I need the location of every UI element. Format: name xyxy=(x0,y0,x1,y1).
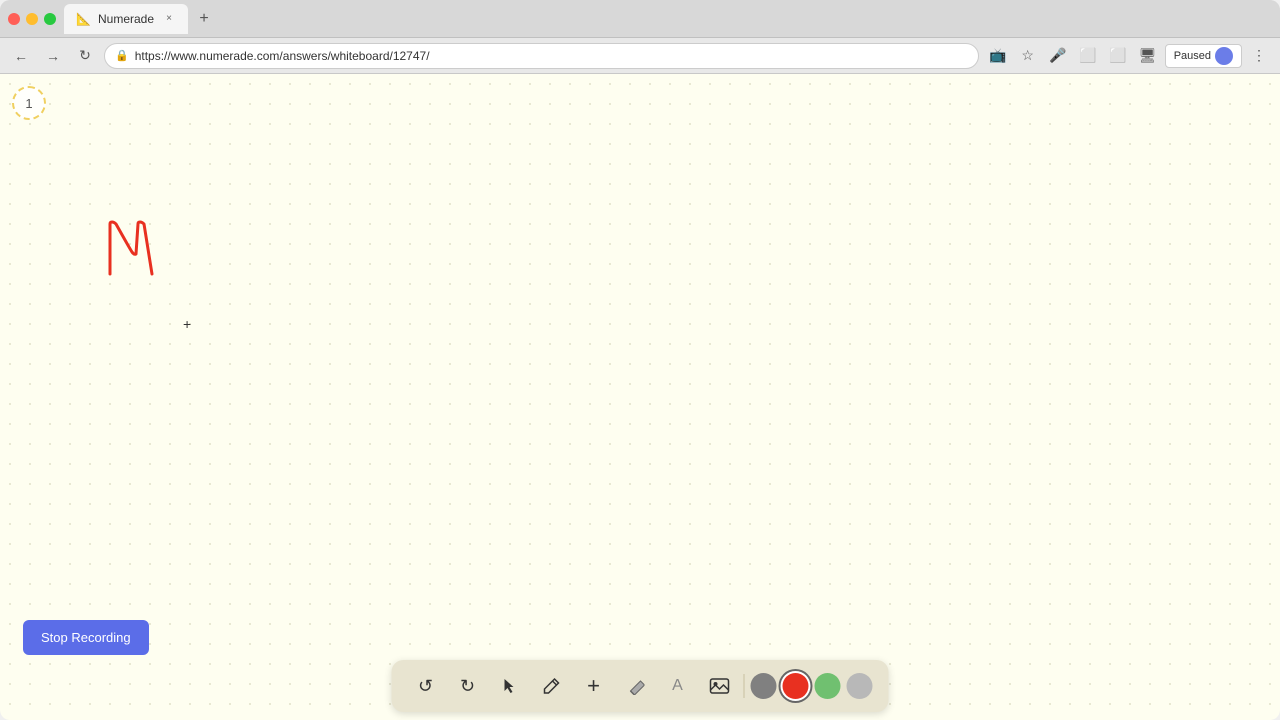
add-tool-button[interactable]: + xyxy=(576,668,612,704)
bookmark-icon[interactable]: ☆ xyxy=(1015,43,1041,69)
drawing-toolbar: ↺ ↻ + A xyxy=(392,660,889,712)
tab-close-button[interactable]: × xyxy=(162,12,176,26)
color-green-swatch[interactable] xyxy=(815,673,841,699)
stop-recording-button[interactable]: Stop Recording xyxy=(23,620,149,655)
browser-toolbar-right: 📺 ☆ 🎤 ⬜ ⬜ 🖥 Paused ⋮ xyxy=(985,43,1272,69)
paused-label: Paused xyxy=(1174,50,1211,62)
title-bar: 📐 Numerade × + xyxy=(0,0,1280,38)
maximize-button[interactable] xyxy=(44,13,56,25)
text-tool-button[interactable]: A xyxy=(660,668,696,704)
new-tab-button[interactable]: + xyxy=(192,7,216,31)
menu-icon[interactable]: ⋮ xyxy=(1246,43,1272,69)
color-red-swatch[interactable] xyxy=(783,673,809,699)
color-lightgray-swatch[interactable] xyxy=(847,673,873,699)
user-avatar xyxy=(1215,47,1233,65)
mic-icon[interactable]: 🎤 xyxy=(1045,43,1071,69)
tab-title: Numerade xyxy=(98,12,154,26)
page-indicator: 1 xyxy=(12,86,46,120)
cursor-icon xyxy=(501,677,519,695)
extension2-icon[interactable]: ⬜ xyxy=(1105,43,1131,69)
url-bar[interactable]: 🔒 https://www.numerade.com/answers/white… xyxy=(104,43,979,69)
image-icon xyxy=(710,677,730,695)
toolbar-separator xyxy=(744,674,745,698)
tab-bar: 📐 Numerade × + xyxy=(64,4,1272,34)
browser-window: 📐 Numerade × + ← → ↻ 🔒 https://www.numer… xyxy=(0,0,1280,720)
canvas-drawing xyxy=(100,214,180,289)
eraser-icon xyxy=(627,677,645,695)
close-button[interactable] xyxy=(8,13,20,25)
paused-badge[interactable]: Paused xyxy=(1165,44,1242,68)
active-tab[interactable]: 📐 Numerade × xyxy=(64,4,188,34)
url-text: https://www.numerade.com/answers/whitebo… xyxy=(135,49,430,63)
extension1-icon[interactable]: ⬜ xyxy=(1075,43,1101,69)
cast-icon[interactable]: 📺 xyxy=(985,43,1011,69)
page-number: 1 xyxy=(25,96,32,111)
back-button[interactable]: ← xyxy=(8,43,34,69)
pen-tool-button[interactable] xyxy=(534,668,570,704)
forward-button[interactable]: → xyxy=(40,43,66,69)
pen-icon xyxy=(543,677,561,695)
cursor-crosshair-icon: + xyxy=(183,316,191,332)
select-tool-button[interactable] xyxy=(492,668,528,704)
color-gray-swatch[interactable] xyxy=(751,673,777,699)
undo-button[interactable]: ↺ xyxy=(408,668,444,704)
eraser-tool-button[interactable] xyxy=(618,668,654,704)
drawn-letter-n xyxy=(100,214,180,284)
refresh-button[interactable]: ↻ xyxy=(72,43,98,69)
address-bar: ← → ↻ 🔒 https://www.numerade.com/answers… xyxy=(0,38,1280,74)
tab-favicon-icon: 📐 xyxy=(76,12,90,26)
lock-icon: 🔒 xyxy=(115,49,129,62)
window-controls xyxy=(8,13,56,25)
image-tool-button[interactable] xyxy=(702,668,738,704)
screen-icon[interactable]: 🖥 xyxy=(1135,43,1161,69)
minimize-button[interactable] xyxy=(26,13,38,25)
whiteboard-canvas[interactable]: 1 + Stop Recording ↺ ↻ xyxy=(0,74,1280,720)
redo-button[interactable]: ↻ xyxy=(450,668,486,704)
